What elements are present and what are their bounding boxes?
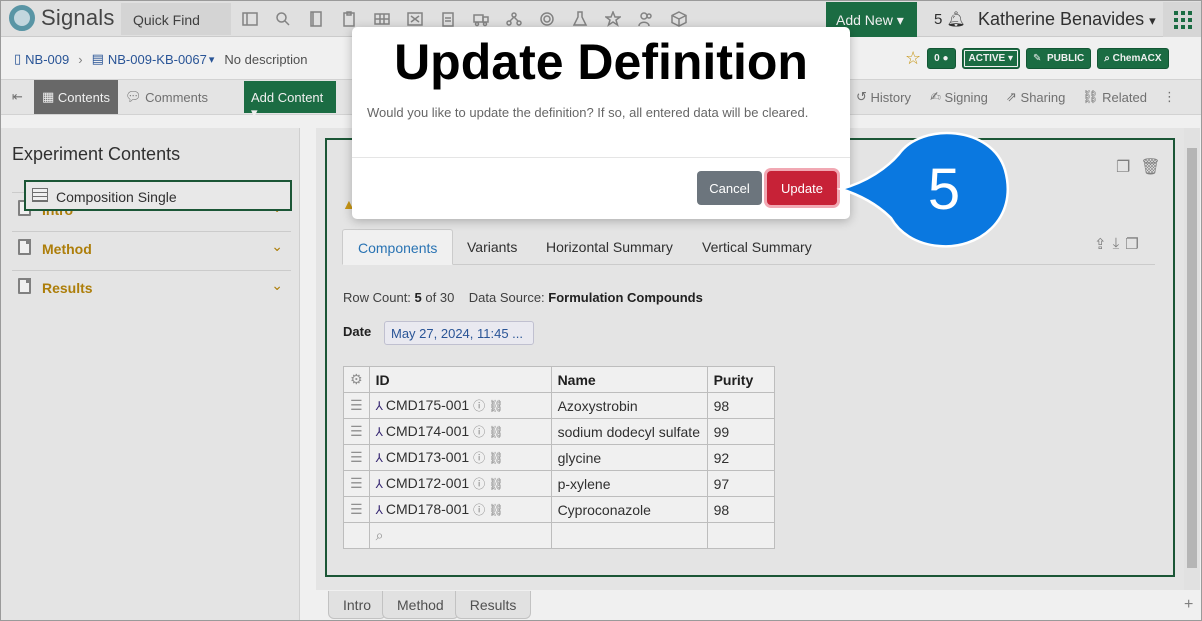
update-definition-dialog: Update Definition Would you like to upda… (352, 27, 850, 219)
step-callout: 5 (836, 131, 1009, 248)
dialog-title: Update Definition (394, 34, 808, 90)
callout-shape (836, 131, 1009, 248)
step-number: 5 (928, 157, 960, 222)
dialog-message: Would you like to update the definition?… (367, 105, 809, 120)
divider (352, 157, 850, 158)
cancel-button[interactable]: Cancel (697, 171, 762, 205)
